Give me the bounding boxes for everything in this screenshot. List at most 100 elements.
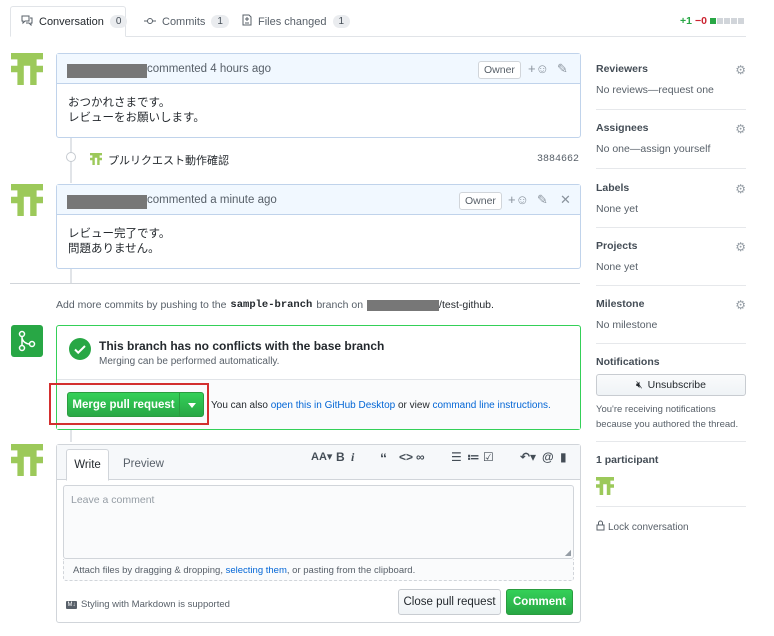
comment-textarea[interactable]: Leave a comment ◢: [63, 485, 574, 559]
comment-header: commented 4 hours ago Owner +☺ ✎: [57, 54, 580, 84]
unordered-list-icon[interactable]: ☰: [451, 450, 462, 464]
attach-prefix: Attach files by dragging & dropping,: [73, 565, 223, 576]
link-icon[interactable]: ∞: [416, 450, 425, 464]
sidebar-title: Notifications: [596, 356, 660, 368]
comment-body-line: おつかれさまです。: [68, 97, 171, 109]
unsubscribe-button[interactable]: 🔇︎ Unsubscribe: [596, 374, 746, 396]
sidebar-title[interactable]: Projects: [596, 240, 746, 252]
mention-icon[interactable]: @: [542, 450, 554, 464]
sidebar-value: No milestone: [596, 319, 658, 331]
gear-icon[interactable]: ⚙: [735, 240, 746, 254]
diffstat: +1 −0: [680, 15, 744, 27]
bold-icon[interactable]: B: [336, 450, 345, 464]
timeline-line: [70, 430, 72, 442]
markdown-note[interactable]: M↓ Styling with Markdown is supported: [66, 599, 230, 610]
sidebar-milestone: Milestone No milestone ⚙: [596, 298, 746, 344]
push-note: Add more commits by pushing to the sampl…: [56, 299, 494, 311]
notification-note-line: because you authored the thread.: [596, 419, 739, 430]
repo-name[interactable]: /test-github.: [439, 299, 494, 311]
merge-pull-request-button[interactable]: Merge pull request: [67, 392, 180, 417]
unsubscribe-label: Unsubscribe: [647, 379, 706, 391]
merge-hint: You can also open this in GitHub Desktop…: [211, 400, 551, 411]
notification-note-line: You're receiving notifications: [596, 404, 716, 415]
git-commit-icon: [144, 16, 156, 28]
avatar[interactable]: [11, 444, 43, 476]
check-circle-icon: [69, 338, 91, 360]
sidebar-projects: Projects None yet ⚙: [596, 240, 746, 286]
quote-icon[interactable]: “: [380, 450, 387, 466]
ordered-list-icon[interactable]: ≔: [467, 450, 480, 464]
code-icon[interactable]: <>: [399, 450, 413, 464]
sidebar-title[interactable]: Milestone: [596, 298, 746, 310]
triangle-down-icon: [187, 399, 196, 411]
sidebar-title: 1 participant: [596, 454, 659, 466]
sidebar-notifications: Notifications 🔇︎ Unsubscribe You're rece…: [596, 356, 746, 442]
lock-conversation[interactable]: Lock conversation: [596, 520, 689, 534]
open-desktop-link[interactable]: open this in GitHub Desktop: [271, 400, 396, 411]
participant-avatar[interactable]: [596, 477, 614, 495]
avatar[interactable]: [90, 153, 102, 165]
git-merge-icon: [11, 325, 43, 357]
sidebar-title[interactable]: Reviewers: [596, 63, 746, 75]
merge-hint-prefix: You can also: [211, 400, 268, 411]
comment-card: commented 4 hours ago Owner +☺ ✎ おつかれさまで…: [56, 53, 581, 138]
markdown-note-text: Styling with Markdown is supported: [81, 599, 230, 610]
sidebar-title[interactable]: Labels: [596, 182, 746, 194]
push-note-middle: branch on: [316, 299, 364, 311]
edit-pencil-icon[interactable]: ✎: [537, 192, 548, 208]
commit-dot-icon: [66, 152, 76, 162]
sidebar-reviewers: Reviewers No reviews—request one ⚙: [596, 63, 746, 110]
add-reaction-icon[interactable]: +☺: [528, 61, 549, 76]
gear-icon[interactable]: ⚙: [735, 122, 746, 136]
resize-handle-icon[interactable]: ◢: [565, 548, 571, 557]
tab-commits[interactable]: Commits 1: [134, 6, 239, 37]
diffstat-deletions: −0: [695, 15, 707, 27]
add-reaction-icon[interactable]: +☺: [508, 192, 529, 207]
diffstat-blocks: [710, 18, 744, 24]
notification-note: You're receiving notifications because y…: [596, 402, 738, 432]
comment-button[interactable]: Comment: [506, 589, 573, 615]
new-comment-form: Write Preview Leave a comment ◢ Attach f…: [56, 444, 581, 623]
tab-conversation[interactable]: Conversation 0: [10, 6, 128, 37]
mute-icon: 🔇︎: [636, 378, 643, 391]
edit-pencil-icon[interactable]: ✎: [557, 61, 568, 77]
commit-message[interactable]: プルリクエスト動作確認: [108, 152, 229, 168]
reply-icon[interactable]: ↶▾: [520, 450, 536, 464]
merge-status-title: This branch has no conflicts with the ba…: [99, 339, 385, 353]
tab-write[interactable]: Write: [66, 449, 109, 481]
attach-suffix: , or pasting from the clipboard.: [286, 565, 416, 576]
lock-icon: [596, 520, 605, 534]
merge-options-dropdown[interactable]: [179, 392, 204, 417]
attach-dropzone[interactable]: Attach files by dragging & dropping, sel…: [63, 559, 574, 581]
delete-x-icon[interactable]: ✕: [560, 192, 571, 208]
redacted-username: [67, 195, 147, 209]
gear-icon[interactable]: ⚙: [735, 298, 746, 312]
file-diff-icon: [242, 14, 252, 29]
comment-card: commented a minute ago Owner +☺ ✎ ✕ レビュー…: [56, 184, 581, 269]
text-size-icon[interactable]: AA▾: [311, 450, 332, 463]
command-line-link[interactable]: command line instructions.: [432, 400, 550, 411]
comment-meta: commented 4 hours ago: [147, 63, 272, 75]
diffstat-additions: +1: [680, 15, 693, 27]
sidebar-value: No one—assign yourself: [596, 143, 711, 155]
sidebar-participants: 1 participant: [596, 454, 746, 507]
sidebar-title[interactable]: Assignees: [596, 122, 746, 134]
gear-icon[interactable]: ⚙: [735, 63, 746, 77]
task-list-icon[interactable]: ☑: [483, 450, 494, 464]
tab-conversation-label: Conversation: [39, 15, 104, 28]
sidebar-labels: Labels None yet ⚙: [596, 182, 746, 228]
comment-body-line: 問題ありません。: [68, 243, 160, 255]
comment-meta: commented a minute ago: [147, 194, 277, 206]
comment-discussion-icon: [21, 15, 33, 29]
italic-icon[interactable]: i: [351, 450, 354, 465]
avatar[interactable]: [11, 53, 43, 85]
select-files-link[interactable]: selecting them: [226, 565, 287, 576]
timeline-line: [70, 268, 72, 284]
avatar[interactable]: [11, 184, 43, 216]
tab-preview[interactable]: Preview: [123, 458, 164, 470]
close-pull-request-button[interactable]: Close pull request: [398, 589, 501, 615]
commit-sha[interactable]: 3884662: [537, 154, 579, 165]
gear-icon[interactable]: ⚙: [735, 182, 746, 196]
tab-files-changed[interactable]: Files changed 1: [232, 6, 360, 37]
bookmark-icon[interactable]: ▮: [560, 450, 567, 464]
